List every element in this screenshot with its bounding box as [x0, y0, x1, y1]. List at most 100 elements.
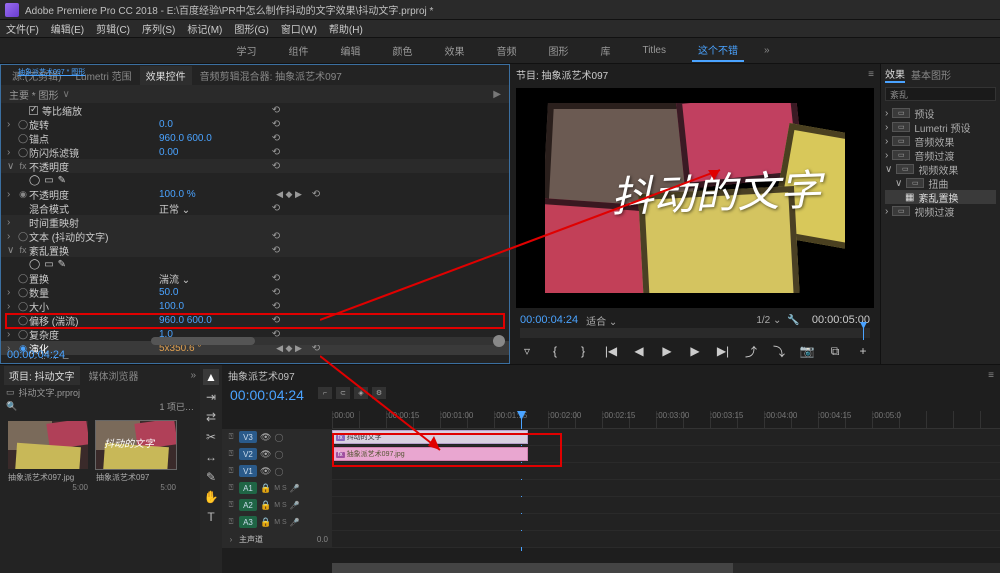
menu-clip[interactable]: 剪辑(C)	[96, 21, 130, 36]
program-viewport[interactable]: 抖动的文字	[516, 88, 874, 308]
ws-titles[interactable]: Titles	[636, 42, 672, 59]
ec-timeline-zoom[interactable]	[151, 337, 499, 345]
export-frame-icon[interactable]: 📷	[798, 342, 816, 360]
tab-project[interactable]: 项目: 抖动文字	[4, 366, 80, 385]
stopwatch-anchor[interactable]: ◯	[17, 132, 29, 144]
tab-essential-graphics[interactable]: 基本图形	[911, 67, 951, 82]
tab-effect-controls[interactable]: 效果控件	[140, 66, 192, 85]
timeline-ruler[interactable]: :00:00 :00:00:15 :00:01:00 :00:01:15 :00…	[332, 411, 1000, 429]
step-back-icon[interactable]: ◀	[630, 342, 648, 360]
mask-pen-icon[interactable]: ✎	[58, 175, 66, 186]
clip-text[interactable]: 抖动的文字	[332, 430, 528, 444]
program-tab[interactable]: 节目: 抽象派艺术097	[516, 67, 608, 82]
mask-rect-icon[interactable]: ▭	[44, 175, 53, 186]
program-playhead[interactable]	[863, 326, 864, 340]
stopwatch-rotation[interactable]: ◯	[17, 118, 29, 130]
anchor-value[interactable]: 960.0 600.0	[159, 133, 269, 144]
settings-icon[interactable]: 🔧	[787, 315, 799, 326]
timeline-timecode[interactable]: 00:00:04:24	[222, 385, 312, 405]
tab-audio-mixer[interactable]: 音频剪辑混合器: 抽象派艺术097	[194, 66, 348, 85]
effect-turbulent-displace[interactable]: 紊乱置换	[918, 190, 958, 205]
marker-icon[interactable]: ◈	[354, 387, 368, 399]
mic-icon[interactable]: 🎤	[290, 484, 300, 493]
reset-icon[interactable]: ⟲	[269, 105, 283, 116]
selection-tool-icon[interactable]: ▲	[203, 369, 219, 385]
mark-out-icon[interactable]: }	[574, 342, 592, 360]
ws-assembly[interactable]: 组件	[282, 40, 314, 61]
eye-icon[interactable]: 👁	[260, 432, 271, 443]
ws-graphics[interactable]: 图形	[542, 40, 574, 61]
blendmode-dropdown[interactable]: 正常 ⌄	[159, 201, 269, 216]
timeremap-header[interactable]: 时间重映射	[29, 215, 159, 230]
search-icon[interactable]: 🔍	[6, 401, 17, 412]
mask-pen-icon[interactable]: ✎	[58, 259, 66, 270]
mask-rect-icon[interactable]: ▭	[44, 259, 53, 270]
timeline-zoom-scroll[interactable]	[332, 563, 1000, 573]
opacity-header[interactable]: 不透明度	[29, 159, 159, 174]
menu-help[interactable]: 帮助(H)	[329, 21, 363, 36]
ws-learn[interactable]: 学习	[230, 40, 262, 61]
add-marker-icon[interactable]: ▿	[518, 342, 536, 360]
extract-icon[interactable]: ⤵	[770, 342, 788, 360]
ec-timecode[interactable]: 00:00:04:24	[7, 349, 65, 361]
menu-window[interactable]: 窗口(W)	[281, 21, 317, 36]
track-select-tool-icon[interactable]: ⇥	[203, 389, 219, 405]
tab-effects[interactable]: 效果	[885, 66, 905, 83]
tab-media-browser[interactable]: 媒体浏览器	[84, 366, 144, 385]
ws-editing[interactable]: 编辑	[334, 40, 366, 61]
effects-search-input[interactable]: 紊乱	[885, 87, 996, 101]
panel-menu-icon[interactable]: ≡	[988, 370, 994, 381]
ec-clip-link[interactable]: 抽象派艺术097 * 图形	[15, 66, 88, 80]
button-editor-icon[interactable]: +	[854, 342, 872, 360]
lift-icon[interactable]: ⤴	[742, 342, 760, 360]
displace-dropdown[interactable]: 湍流 ⌄	[159, 271, 269, 286]
ripple-edit-tool-icon[interactable]: ⇄	[203, 409, 219, 425]
menu-file[interactable]: 文件(F)	[6, 21, 39, 36]
compare-icon[interactable]: ⧉	[826, 342, 844, 360]
pen-tool-icon[interactable]: ✎	[203, 469, 219, 485]
size-value[interactable]: 100.0	[159, 301, 269, 312]
ws-audio[interactable]: 音频	[490, 40, 522, 61]
type-tool-icon[interactable]: T	[203, 509, 219, 525]
amount-value[interactable]: 50.0	[159, 287, 269, 298]
goto-out-icon[interactable]: ▶|	[714, 342, 732, 360]
panel-menu-icon[interactable]: ≡	[868, 69, 874, 80]
bin-icon[interactable]: ▭	[6, 387, 15, 398]
resolution-dropdown[interactable]: 1/2 ⌄	[756, 315, 781, 326]
menu-sequence[interactable]: 序列(S)	[142, 21, 175, 36]
rotation-value[interactable]: 0.0	[159, 119, 269, 130]
clip-image[interactable]: 抽象派艺术097.jpg	[332, 447, 528, 461]
linked-selection-icon[interactable]: ⊂	[336, 387, 350, 399]
razor-tool-icon[interactable]: ✂	[203, 429, 219, 445]
hand-tool-icon[interactable]: ✋	[203, 489, 219, 505]
step-fwd-icon[interactable]: ▶	[686, 342, 704, 360]
program-tc-current[interactable]: 00:00:04:24	[520, 314, 578, 326]
mask-ellipse-icon[interactable]: ◯	[29, 175, 40, 186]
play-icon[interactable]: ▶	[658, 342, 676, 360]
ws-color[interactable]: 颜色	[386, 40, 418, 61]
sequence-tab[interactable]: 抽象派艺术097	[228, 368, 295, 383]
text-layer-header[interactable]: 文本 (抖动的文字)	[29, 229, 159, 244]
ws-custom[interactable]: 这个不错	[692, 39, 744, 62]
offset-value[interactable]: 960.0 600.0	[159, 315, 269, 326]
zoom-fit-dropdown[interactable]: 适合 ⌄	[586, 313, 617, 328]
mark-in-icon[interactable]: {	[546, 342, 564, 360]
project-item-jpg[interactable]: 抽象派艺术097.jpg 5:00	[8, 421, 88, 565]
menu-marker[interactable]: 标记(M)	[187, 21, 222, 36]
keyframe-nav[interactable]: ◀ ◆ ▶	[269, 189, 309, 200]
mask-ellipse-icon[interactable]: ◯	[29, 259, 40, 270]
goto-in-icon[interactable]: |◀	[602, 342, 620, 360]
project-item-sequence[interactable]: 抖动的文字 抽象派艺术097 5:00	[96, 421, 176, 565]
menu-graphics[interactable]: 图形(G)	[234, 21, 268, 36]
ws-effects[interactable]: 效果	[438, 40, 470, 61]
ws-libraries[interactable]: 库	[594, 40, 616, 61]
turbulent-displace-header[interactable]: 紊乱置换	[29, 243, 159, 258]
panel-overflow-icon[interactable]: »	[190, 370, 196, 381]
antiflicker-value[interactable]: 0.00	[159, 147, 269, 158]
program-ruler[interactable]	[520, 328, 870, 338]
ws-overflow[interactable]: »	[764, 45, 770, 56]
opacity-value[interactable]: 100.0 %	[159, 189, 269, 200]
settings-icon[interactable]: ⚙	[372, 387, 386, 399]
snap-icon[interactable]: ⌐	[318, 387, 332, 399]
slip-tool-icon[interactable]: ↔	[203, 449, 219, 465]
